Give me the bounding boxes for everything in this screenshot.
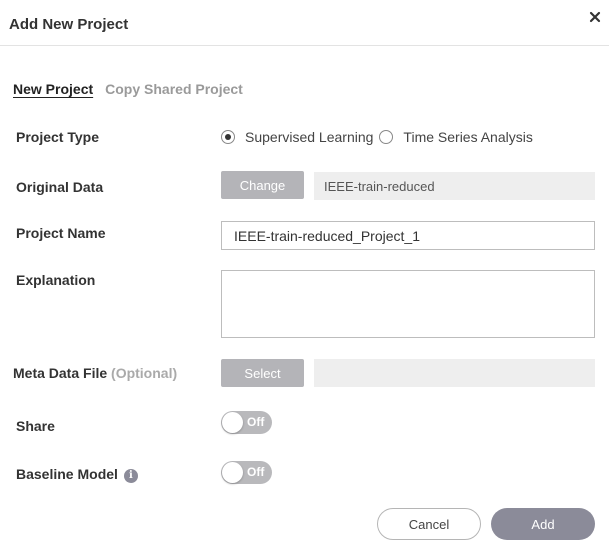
project-name-input[interactable]: IEEE-train-reduced_Project_1 [221,221,595,250]
baseline-model-label: Baseline Model i [16,466,138,483]
meta-data-file-label: Meta Data File (Optional) [13,365,177,381]
supervised-learning-label[interactable]: Supervised Learning [245,129,373,145]
dialog-title: Add New Project [9,16,129,33]
project-name-label: Project Name [16,225,106,241]
project-type-radio-group: Supervised Learning Time Series Analysis [221,129,539,145]
share-toggle-state: Off [247,415,265,429]
toggle-knob [222,412,243,433]
add-button[interactable]: Add [491,508,595,540]
select-meta-file-button[interactable]: Select [221,359,304,387]
share-label: Share [16,418,55,434]
tab-new-project[interactable]: New Project [13,81,93,97]
original-data-value: IEEE-train-reduced [314,172,595,200]
tab-copy-shared-project[interactable]: Copy Shared Project [105,81,243,97]
toggle-knob [222,462,243,483]
close-icon[interactable] [587,9,603,25]
supervised-learning-radio[interactable] [221,130,235,144]
info-icon[interactable]: i [123,469,138,483]
cancel-button[interactable]: Cancel [377,508,481,540]
baseline-model-toggle[interactable]: Off [221,461,272,484]
baseline-model-toggle-state: Off [247,465,265,479]
meta-data-file-label-text: Meta Data File [13,365,108,381]
dialog-header: Add New Project [0,0,609,46]
project-tabs: New Project Copy Shared Project [13,81,243,97]
share-toggle[interactable]: Off [221,411,272,434]
explanation-label: Explanation [16,272,96,288]
baseline-model-label-text: Baseline Model [16,466,118,482]
explanation-textarea[interactable] [221,270,595,338]
change-data-button[interactable]: Change [221,171,304,199]
project-type-label: Project Type [16,129,99,145]
meta-data-file-value [314,359,595,387]
time-series-analysis-label[interactable]: Time Series Analysis [403,129,532,145]
optional-hint: (Optional) [111,365,178,381]
original-data-label: Original Data [16,179,104,195]
time-series-analysis-radio[interactable] [379,130,394,144]
